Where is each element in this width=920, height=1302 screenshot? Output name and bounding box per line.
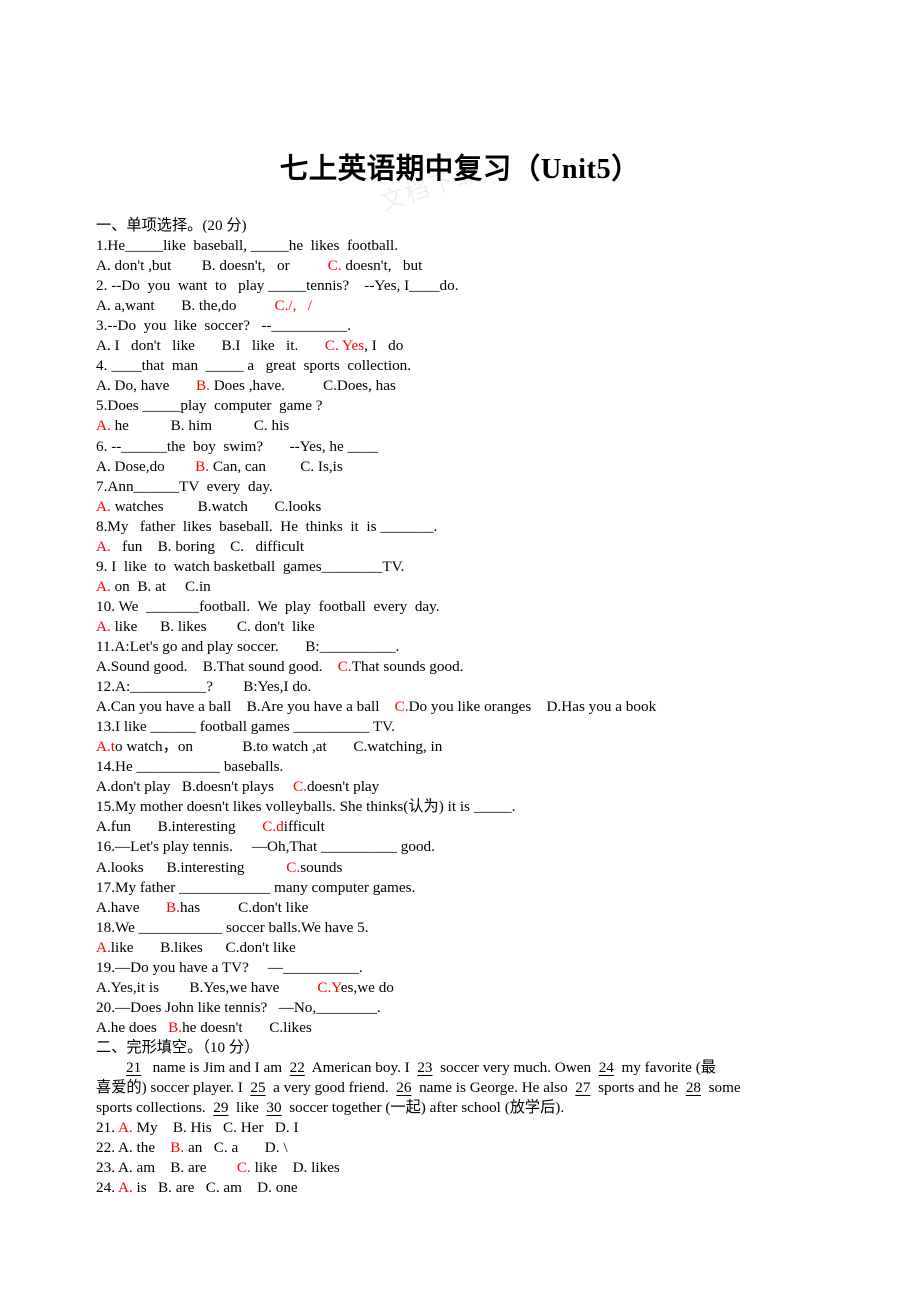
question-stem: 14.He ___________ baseballs. (96, 757, 886, 777)
question-stem: 15.My mother doesn't likes volleyballs. … (96, 797, 886, 817)
question-stem: 20.—Does John like tennis? —No,________. (96, 998, 886, 1018)
question-options: A.have B.has C.don't like (96, 898, 309, 916)
stem-text: 5.Does _____play computer game ? (96, 397, 323, 415)
question-options: A. a,want B. the,do C./, / (96, 297, 312, 315)
exam-document-page: 文档下载 七上英语期中复习（Unit5） 一、单项选择。(20 分) 1.He_… (0, 0, 920, 1302)
cloze-question-options: 22. A. the B. an C. a D. \ (96, 1139, 288, 1157)
question-options: A. like B. likes C. don't like (96, 617, 315, 635)
stem-text: 2. --Do you want to play _____tennis? --… (96, 277, 459, 295)
question-options: A. Do, have B. Does ,have. C.Does, has (96, 377, 396, 395)
question-options: A.looks B.interesting C.sounds (96, 858, 343, 876)
question-options: A.he does B.he doesn't C.likes (96, 1018, 312, 1036)
question-options: A. Dose,do B. Can, can C. Is,is (96, 457, 343, 475)
stem-text: 4. ____that man _____ a great sports col… (96, 357, 412, 375)
question-options: A.fun B.interesting C.difficult (96, 818, 325, 836)
cloze-question-options: 24. A. is B. are C. am D. one (96, 1179, 298, 1197)
question-options: A. on B. at C.in (96, 577, 211, 595)
stem-text: 11.A:Let's go and play soccer. B:_______… (96, 637, 400, 655)
stem-text: 19.—Do you have a TV? —__________. (96, 958, 363, 976)
stem-text: 18.We ___________ soccer balls.We have 5… (96, 918, 369, 936)
stem-text: 15.My mother doesn't likes volleyballs. … (96, 798, 516, 816)
question-options: A.Can you have a ball B.Are you have a b… (96, 698, 657, 716)
question-stem: 2. --Do you want to play _____tennis? --… (96, 276, 886, 296)
question-stem: 11.A:Let's go and play soccer. B:_______… (96, 637, 886, 657)
cloze-question-options: 21. A. My B. His C. Her D. I (96, 1119, 299, 1137)
stem-text: 10. We _______football. We play football… (96, 597, 440, 615)
question-stem: 6. --______the boy swim? --Yes, he ____ (96, 437, 886, 457)
stem-text: 12.A:__________? B:Yes,I do. (96, 678, 312, 696)
question-stem: 5.Does _____play computer game ? (96, 396, 886, 416)
question-options: A. watches B.watch C.looks (96, 497, 322, 515)
page-title: 七上英语期中复习（Unit5） (279, 154, 641, 185)
stem-text: 9. I like to watch basketball games_____… (96, 557, 405, 575)
stem-text: 14.He ___________ baseballs. (96, 758, 284, 776)
cloze-question-options: 23. A. am B. are C. like D. likes (96, 1159, 340, 1177)
section-2-heading: 二、完形填空。（10 分） (96, 1038, 260, 1056)
question-options: A. he B. him C. his (96, 417, 290, 435)
question-stem: 16.—Let's play tennis. —Oh,That ________… (96, 837, 886, 857)
question-stem: 8.My father likes baseball. He thinks it… (96, 517, 886, 537)
question-options: A.Yes,it is B.Yes,we have C.Yes,we do (96, 978, 394, 996)
question-stem: 3.--Do you like soccer? --__________. (96, 316, 886, 336)
stem-text: 20.—Does John like tennis? —No,________. (96, 998, 381, 1016)
stem-text: 3.--Do you like soccer? --__________. (96, 317, 352, 335)
question-options: A.to watch，on B.to watch ,at C.watching,… (96, 738, 443, 756)
stem-text: 17.My father ____________ many computer … (96, 878, 416, 896)
stem-text: 6. --______the boy swim? --Yes, he ____ (96, 437, 378, 455)
stem-text: 13.I like ______ football games ________… (96, 718, 395, 736)
question-stem: 7.Ann______TV every day. (96, 477, 886, 497)
question-options: A.don't play B.doesn't plays C.doesn't p… (96, 778, 380, 796)
section-1-heading: 一、单项选择。(20 分) (96, 217, 247, 234)
document-body: 一、单项选择。(20 分) 1.He_____like baseball, __… (96, 216, 886, 1198)
question-stem: 1.He_____like baseball, _____he likes fo… (96, 236, 886, 256)
stem-text: 8.My father likes baseball. He thinks it… (96, 517, 438, 535)
stem-text: 7.Ann______TV every day. (96, 477, 273, 495)
question-options: A. I don't like B.I like it. C. Yes, I d… (96, 337, 404, 355)
question-stem: 9. I like to watch basketball games_____… (96, 557, 886, 577)
stem-text: 1.He_____like baseball, _____he likes fo… (96, 237, 398, 255)
question-options: A. fun B. boring C. difficult (96, 537, 305, 555)
question-stem: 13.I like ______ football games ________… (96, 717, 886, 737)
question-options: A. don't ,but B. doesn't, or C. doesn't,… (96, 257, 423, 275)
cloze-passage-line: 喜爱的) soccer player. I 25 a very good fri… (96, 1079, 741, 1097)
question-stem: 12.A:__________? B:Yes,I do. (96, 677, 886, 697)
cloze-passage-line: 21 name is Jim and I am 22 American boy.… (126, 1058, 716, 1076)
question-stem: 10. We _______football. We play football… (96, 597, 886, 617)
question-stem: 18.We ___________ soccer balls.We have 5… (96, 918, 886, 938)
question-stem: 19.—Do you have a TV? —__________. (96, 958, 886, 978)
question-options: A.like B.likes C.don't like (96, 938, 296, 956)
question-stem: 17.My father ____________ many computer … (96, 878, 886, 898)
question-options: A.Sound good. B.That sound good. C.That … (96, 658, 464, 676)
question-stem: 4. ____that man _____ a great sports col… (96, 356, 886, 376)
cloze-passage-line: sports collections. 29 like 30 soccer to… (96, 1099, 565, 1117)
stem-text: 16.—Let's play tennis. —Oh,That ________… (96, 838, 435, 856)
